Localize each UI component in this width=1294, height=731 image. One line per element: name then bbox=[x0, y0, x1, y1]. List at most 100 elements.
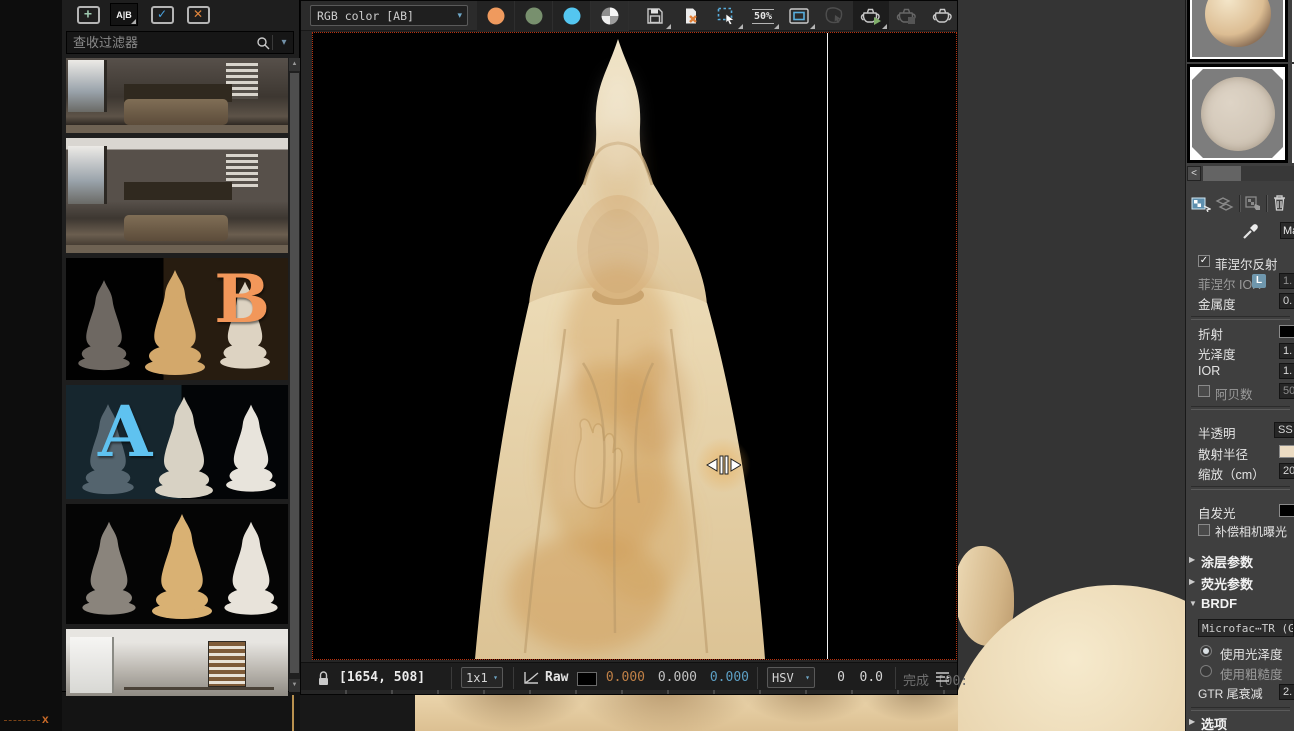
history-thumbnail-statue-variants[interactable] bbox=[66, 504, 288, 624]
scale-value[interactable]: 20 bbox=[1279, 463, 1294, 479]
app-screen: x + A|B ✓ ✕ bbox=[0, 0, 1294, 731]
material-preview-marble bbox=[1201, 77, 1275, 151]
cross-icon: ✕ bbox=[187, 6, 210, 24]
save-image-button[interactable] bbox=[637, 1, 673, 31]
split-drag-cursor-icon bbox=[705, 452, 741, 478]
clear-image-button[interactable] bbox=[673, 1, 709, 31]
curve-icon[interactable] bbox=[523, 671, 539, 685]
ior-label: IOR bbox=[1198, 364, 1220, 378]
put-to-library-icon[interactable] bbox=[1215, 194, 1235, 212]
window-resize-grip[interactable] bbox=[301, 690, 957, 694]
fresnel-checkbox[interactable]: ✓ bbox=[1198, 255, 1210, 267]
scroll-down-arrow[interactable]: ▼ bbox=[289, 679, 300, 692]
vfb-icon-bar: 50% bbox=[637, 1, 961, 31]
log-menu-icon[interactable] bbox=[935, 671, 950, 684]
gtr-value[interactable]: 2. bbox=[1279, 684, 1294, 700]
compensate-checkbox[interactable] bbox=[1198, 524, 1210, 536]
scrollbar-thumb[interactable] bbox=[290, 73, 299, 673]
use-roughness-radio[interactable] bbox=[1200, 665, 1212, 677]
track-mouse-button[interactable] bbox=[817, 1, 853, 31]
green-circle-icon bbox=[525, 8, 542, 25]
fluorescence-section-header[interactable]: ▶ 荧光参数 bbox=[1186, 571, 1294, 593]
slot-scroll-thumb[interactable] bbox=[1203, 166, 1241, 181]
collapsed-arrow-icon: ▶ bbox=[1189, 577, 1195, 586]
zoom-level-button[interactable]: 50% bbox=[745, 1, 781, 31]
region-render-button[interactable] bbox=[781, 1, 817, 31]
show-map-icon[interactable] bbox=[1244, 194, 1264, 212]
coating-section-header[interactable]: ▶ 涂层参数 bbox=[1186, 549, 1294, 571]
use-roughness-row: 使用粗糙度 bbox=[1186, 662, 1294, 682]
lock-chip[interactable]: L bbox=[1252, 274, 1266, 288]
ior-value[interactable]: 1. bbox=[1279, 363, 1294, 379]
material-slot-sphere[interactable] bbox=[1187, 0, 1288, 62]
history-thumbnail-bedroom-bright[interactable] bbox=[66, 138, 288, 253]
alpha-button[interactable] bbox=[591, 1, 629, 31]
teapot-play-icon bbox=[859, 7, 883, 25]
save-to-history-button[interactable]: + bbox=[74, 3, 102, 26]
check-icon: ✓ bbox=[151, 6, 174, 24]
reject-button[interactable]: ✕ bbox=[184, 3, 212, 26]
blue-channel-button[interactable] bbox=[553, 1, 591, 31]
refraction-color-swatch[interactable] bbox=[1279, 325, 1294, 338]
background-edge-line bbox=[292, 695, 294, 731]
eyedropper-icon[interactable] bbox=[1242, 222, 1260, 240]
ab-compare-button[interactable]: A|B bbox=[110, 3, 138, 26]
green-channel-button[interactable] bbox=[515, 1, 553, 31]
abbe-checkbox[interactable] bbox=[1198, 385, 1210, 397]
material-slot-active[interactable] bbox=[1187, 64, 1288, 163]
scroll-up-arrow[interactable]: ▲ bbox=[289, 58, 300, 71]
assign-material-icon[interactable] bbox=[1191, 194, 1211, 212]
h-value: 0 bbox=[825, 670, 845, 685]
self-illum-swatch[interactable] bbox=[1279, 504, 1294, 517]
fresnel-reflection-row: ✓ 菲涅尔反射 bbox=[1186, 252, 1294, 272]
brdf-section-header[interactable]: ▼ BRDF bbox=[1186, 593, 1294, 615]
teapot-gray-icon bbox=[895, 7, 919, 25]
history-filter-input[interactable] bbox=[67, 35, 256, 50]
render-secondary-button[interactable] bbox=[889, 1, 925, 31]
pin-lock-icon[interactable] bbox=[317, 670, 330, 687]
color-mode-dropdown[interactable]: HSV▾ bbox=[767, 667, 815, 688]
metalness-value[interactable]: 0. bbox=[1279, 293, 1294, 309]
history-thumbnail-interior[interactable] bbox=[66, 629, 288, 696]
collapsed-arrow-icon: ▶ bbox=[1189, 555, 1195, 564]
red-channel-button[interactable] bbox=[477, 1, 515, 31]
accept-button[interactable]: ✓ bbox=[148, 3, 176, 26]
scatter-color-swatch[interactable] bbox=[1279, 445, 1294, 458]
pixel-ratio-dropdown[interactable]: 1x1▾ bbox=[461, 667, 503, 688]
glossiness-value[interactable]: 1. bbox=[1279, 343, 1294, 359]
trash-icon[interactable] bbox=[1272, 194, 1287, 212]
material-name-field[interactable]: Ma bbox=[1280, 222, 1294, 239]
metalness-label: 金属度 bbox=[1198, 294, 1236, 313]
render-last-button[interactable] bbox=[853, 1, 889, 31]
glossiness-row: 光泽度 1. bbox=[1186, 342, 1294, 362]
render-image-guanyin-statue bbox=[413, 33, 823, 659]
history-thumbnail-statues-A[interactable]: A bbox=[66, 385, 288, 499]
vfb-status-bar: [1654, 508] 1x1▾ Raw 0.000 0.000 0.000 H… bbox=[301, 662, 957, 693]
history-scrollbar[interactable]: ▲ ▼ bbox=[289, 58, 300, 692]
slot-scrollbar: < bbox=[1187, 166, 1294, 181]
abbe-label: 阿贝数 bbox=[1215, 384, 1253, 403]
compensate-exposure-row: 补偿相机曝光 bbox=[1186, 521, 1294, 541]
teapot-icon bbox=[931, 7, 955, 25]
use-glossiness-radio[interactable] bbox=[1200, 645, 1212, 657]
search-options-caret[interactable]: ▾ bbox=[275, 37, 293, 48]
history-thumbnail-bedroom-dark[interactable] bbox=[66, 58, 288, 133]
fresnel-ior-value[interactable]: 1. bbox=[1279, 273, 1294, 289]
translucency-dropdown[interactable]: SS bbox=[1274, 422, 1294, 438]
sampled-color-swatch bbox=[577, 672, 597, 686]
use-glossiness-row: 使用光泽度 bbox=[1186, 642, 1294, 662]
render-view[interactable] bbox=[312, 32, 957, 660]
options-section-header[interactable]: ▶ 选项 bbox=[1186, 711, 1294, 731]
refraction-label: 折射 bbox=[1198, 324, 1223, 343]
slot-back-button[interactable]: < bbox=[1187, 166, 1201, 181]
channel-dropdown[interactable]: RGB color [AB] ▾ bbox=[310, 5, 468, 26]
ab-compare-divider[interactable] bbox=[827, 33, 828, 659]
abbe-value[interactable]: 50 bbox=[1279, 383, 1294, 399]
render-button[interactable] bbox=[925, 1, 961, 31]
translucency-label: 半透明 bbox=[1198, 423, 1236, 442]
refraction-row: 折射 bbox=[1186, 322, 1294, 342]
brdf-type-dropdown[interactable]: Microfac⋯TR (G bbox=[1198, 619, 1294, 637]
region-select-button[interactable] bbox=[709, 1, 745, 31]
history-thumbnail-statues-B[interactable]: B bbox=[66, 258, 288, 380]
compare-letter-b: B bbox=[214, 266, 270, 332]
